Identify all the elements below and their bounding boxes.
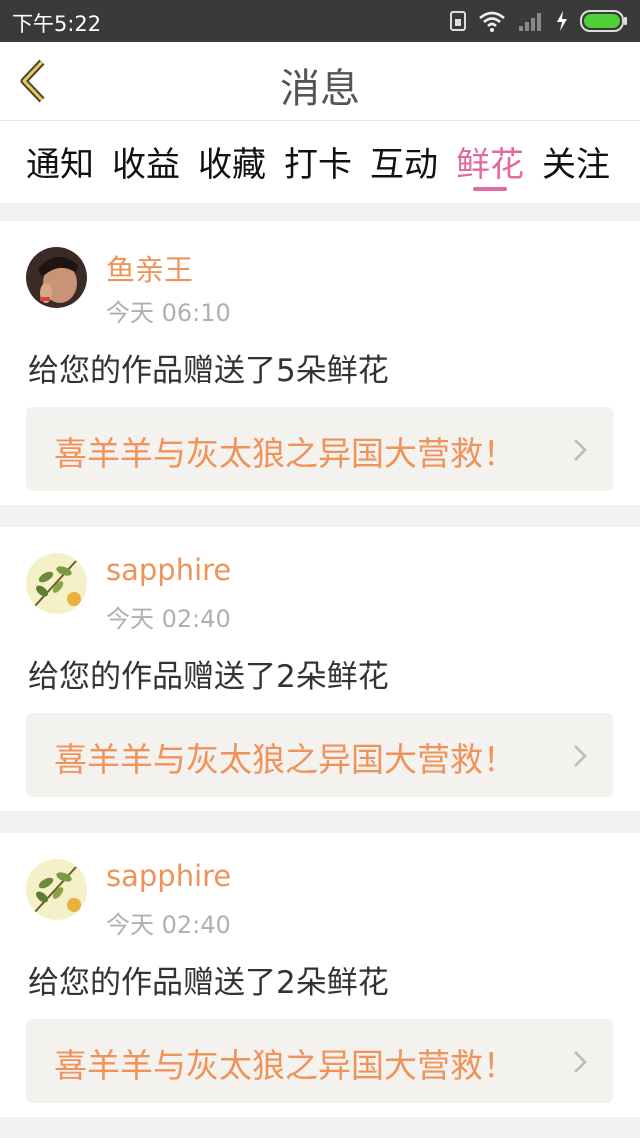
tab-label: 打卡 [284, 145, 352, 185]
message-card: sapphire 今天 02:40 给您的作品赠送了2朵鲜花 喜羊羊与灰太狼之异… [0, 527, 640, 811]
message-card: sapphire 今天 02:40 给您的作品赠送了2朵鲜花 喜羊羊与灰太狼之异… [0, 833, 640, 1117]
message-text: 给您的作品赠送了5朵鲜花 [28, 353, 389, 389]
username[interactable]: sapphire [106, 859, 231, 893]
active-tab-indicator [473, 187, 507, 191]
work-link[interactable]: 喜羊羊与灰太狼之异国大营救！ [26, 407, 613, 491]
battery-icon [580, 10, 627, 32]
signal-icon [519, 13, 541, 31]
tab-bar: 通知 收益 收藏 打卡 互动 鲜花 关注 [0, 121, 640, 203]
avatar[interactable] [26, 247, 87, 308]
tab-label: 通知 [26, 145, 94, 185]
tab-label: 收益 [112, 145, 180, 185]
message-text: 给您的作品赠送了2朵鲜花 [28, 659, 389, 695]
tab-earnings[interactable]: 收益 [112, 137, 180, 186]
tab-interaction[interactable]: 互动 [370, 137, 438, 186]
tab-favorites[interactable]: 收藏 [198, 137, 266, 186]
sim-icon [450, 11, 466, 31]
avatar[interactable] [26, 553, 87, 614]
work-title: 喜羊羊与灰太狼之异国大营救！ [54, 1046, 516, 1085]
message-text: 给您的作品赠送了2朵鲜花 [28, 965, 389, 1001]
charging-icon [557, 11, 567, 31]
username[interactable]: 鱼亲王 [106, 247, 193, 289]
page-title: 消息 [280, 66, 360, 112]
chevron-right-icon [574, 745, 587, 767]
work-link[interactable]: 喜羊羊与灰太狼之异国大营救！ [26, 713, 613, 797]
work-link[interactable]: 喜羊羊与灰太狼之异国大营救！ [26, 1019, 613, 1103]
work-title: 喜羊羊与灰太狼之异国大营救！ [54, 740, 516, 779]
timestamp: 今天 02:40 [106, 605, 231, 633]
username[interactable]: sapphire [106, 553, 231, 587]
tab-checkin[interactable]: 打卡 [284, 137, 352, 186]
tab-notice[interactable]: 通知 [26, 137, 94, 186]
work-title: 喜羊羊与灰太狼之异国大营救！ [54, 434, 516, 473]
status-icons [450, 9, 628, 33]
chevron-right-icon [574, 439, 587, 461]
tab-label: 收藏 [198, 145, 266, 185]
timestamp: 今天 02:40 [106, 911, 231, 939]
message-card: 鱼亲王 今天 06:10 给您的作品赠送了5朵鲜花 喜羊羊与灰太狼之异国大营救！ [0, 221, 640, 505]
tab-label: 互动 [370, 145, 438, 185]
tab-label: 鲜花 [456, 145, 524, 185]
status-time: 下午5:22 [12, 12, 102, 36]
tab-flowers[interactable]: 鲜花 [456, 137, 524, 191]
status-bar: 下午5:22 [0, 0, 640, 42]
tab-label: 关注 [542, 145, 610, 185]
nav-bar: 消息 [0, 42, 640, 121]
avatar[interactable] [26, 859, 87, 920]
wifi-icon [479, 11, 505, 32]
timestamp: 今天 06:10 [106, 299, 231, 327]
chevron-right-icon [574, 1051, 587, 1073]
tab-following[interactable]: 关注 [542, 137, 610, 186]
